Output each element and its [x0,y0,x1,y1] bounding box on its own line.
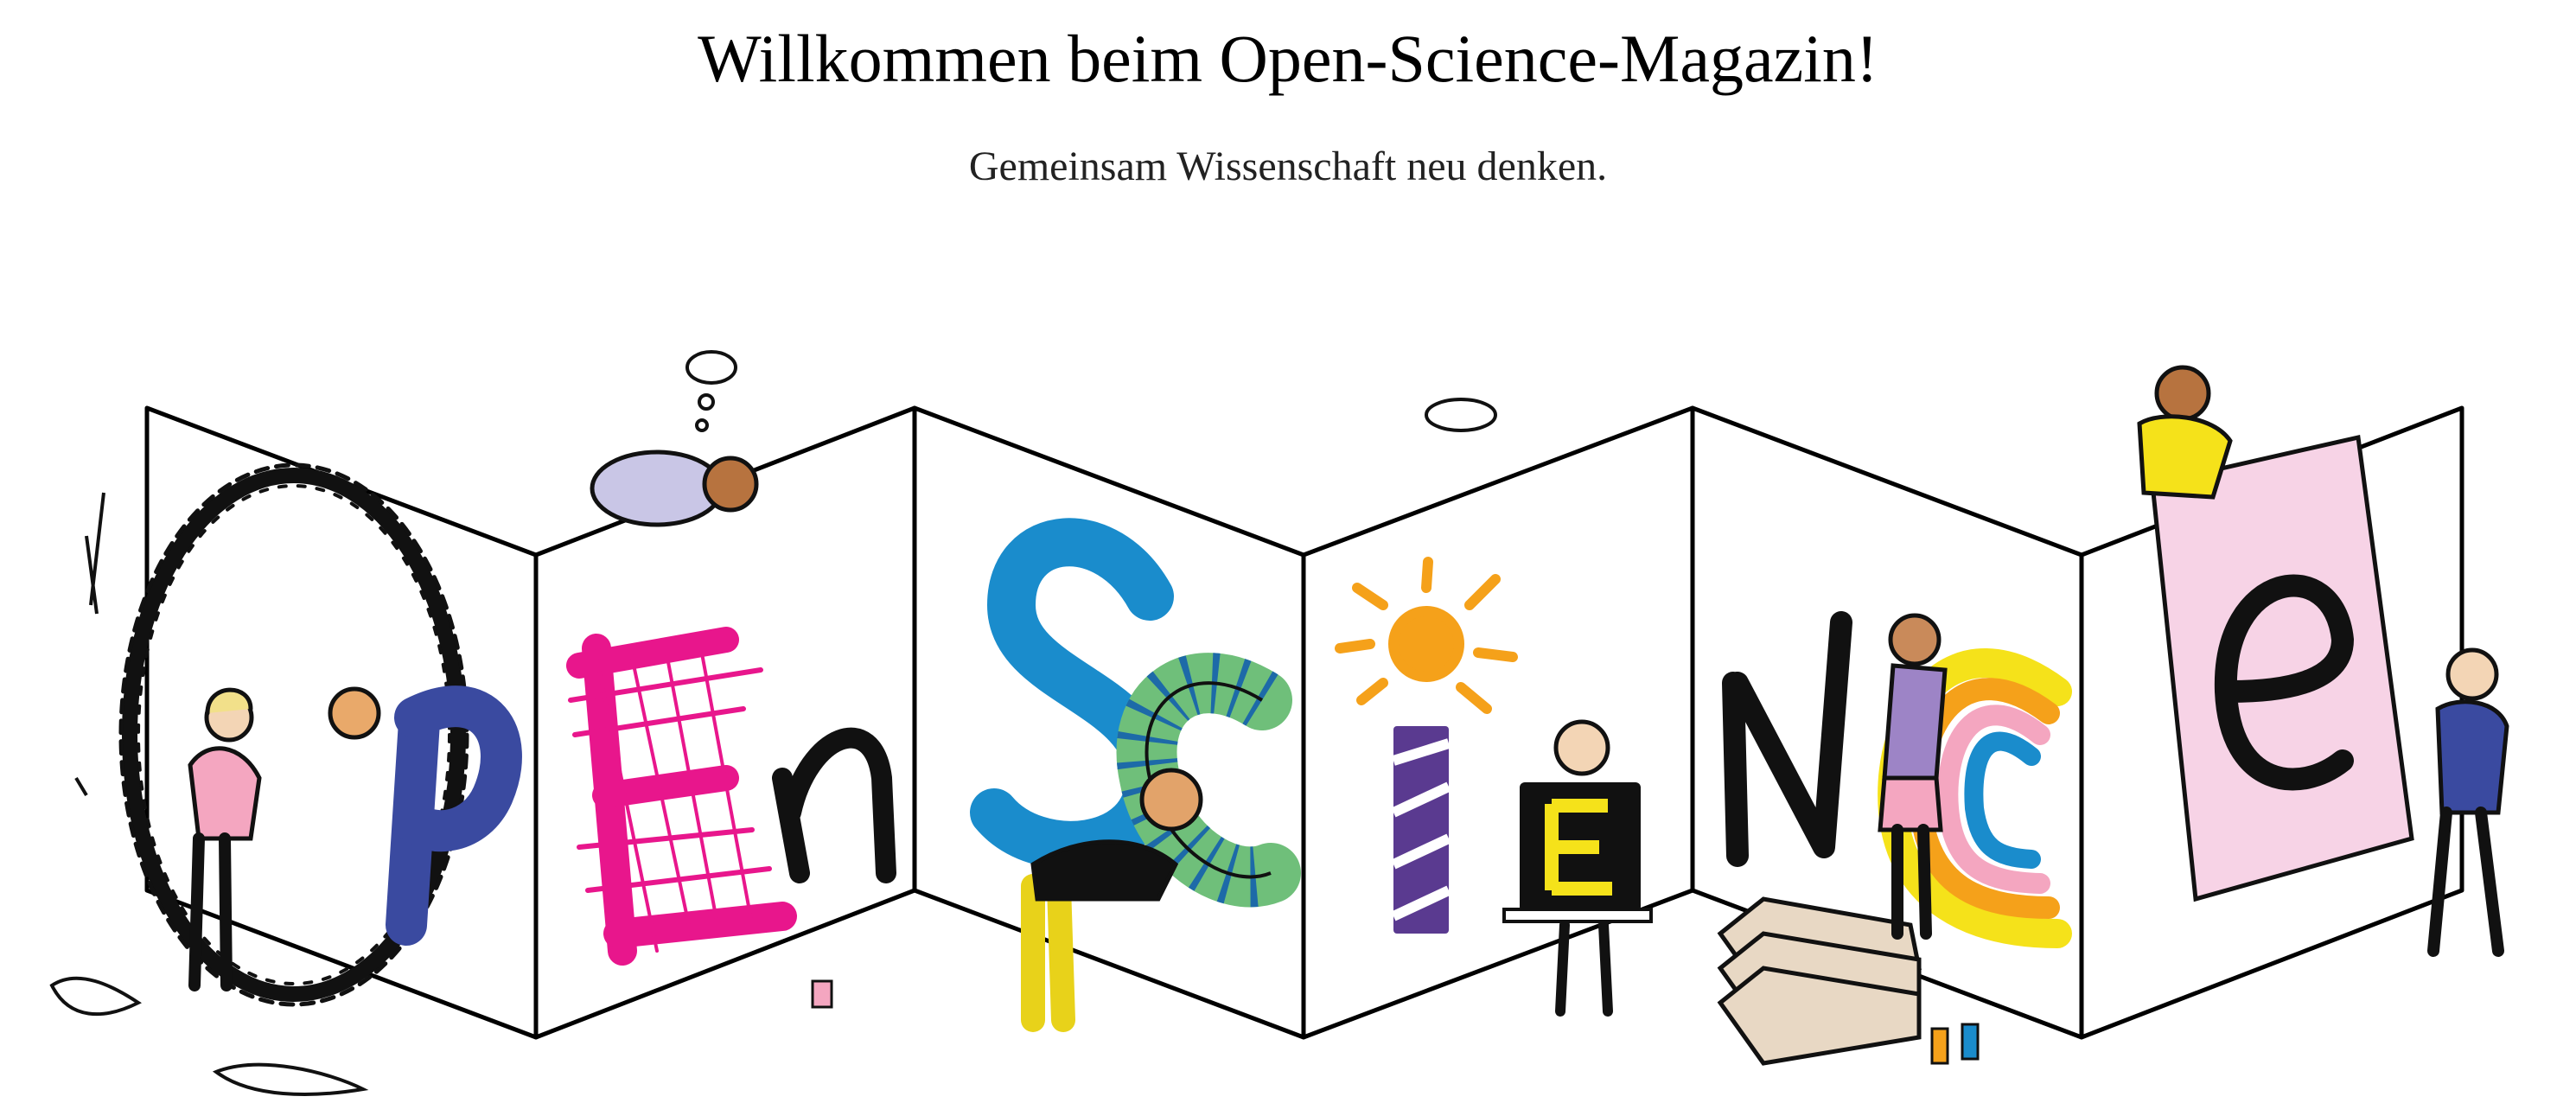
illustration-svg [49,350,2509,1096]
page-subtitle: Gemeinsam Wissenschaft neu denken. [968,143,1608,189]
panel-4 [1301,405,1695,1040]
open-science-illustration [0,328,2576,1103]
book-stack [1717,896,1922,1066]
letter-i [1391,726,1451,934]
laptop-letter-e [1502,782,1653,923]
page-title: Willkommen beim Open-Science-Magazin! [698,21,1878,96]
